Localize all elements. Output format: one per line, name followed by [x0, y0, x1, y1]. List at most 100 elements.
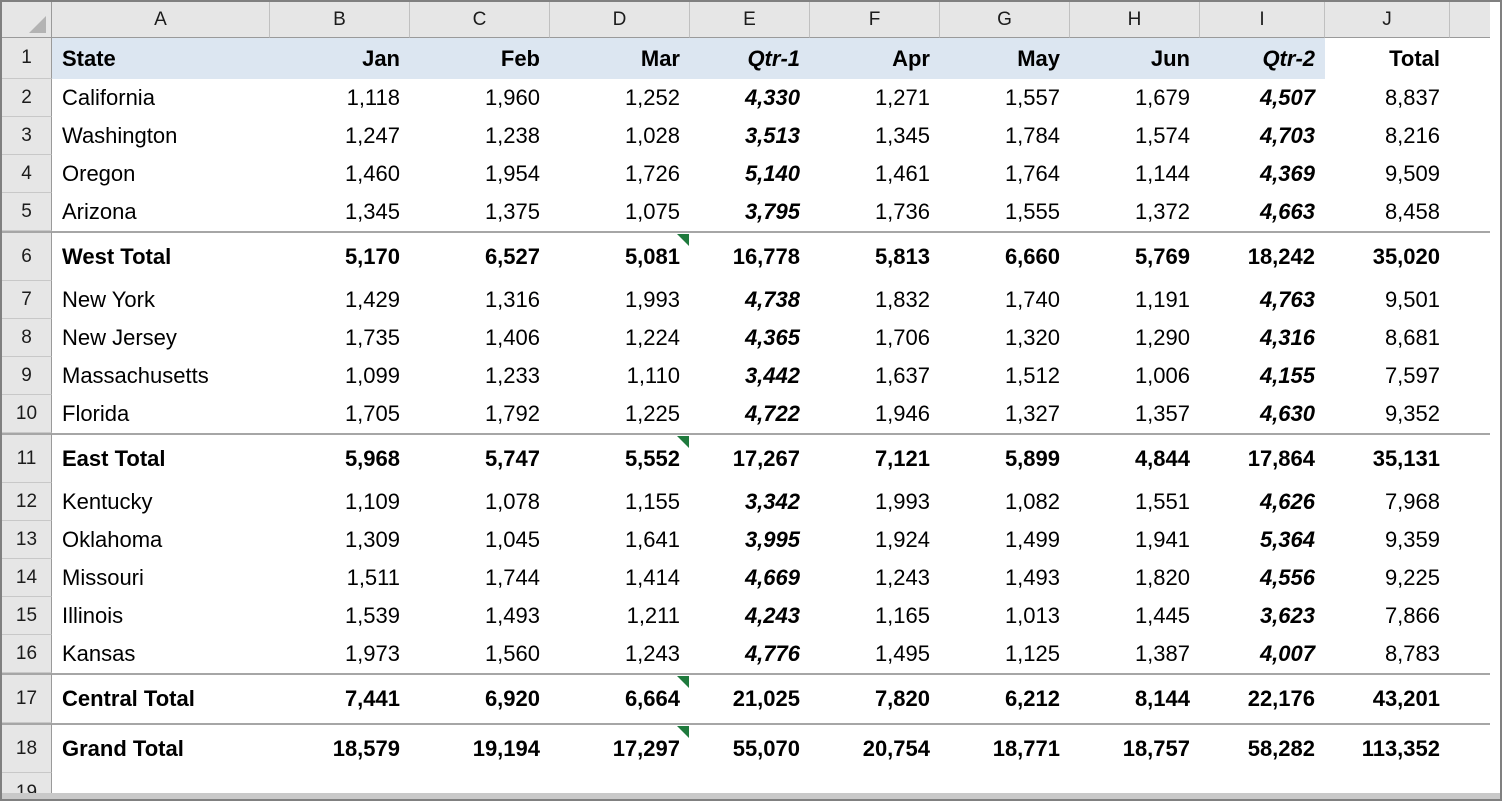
row-cell-partial[interactable]	[1450, 155, 1490, 193]
row-cell-partial[interactable]	[1450, 673, 1490, 723]
total-cell-g18[interactable]: 18,771	[940, 723, 1070, 773]
data-cell-g8[interactable]: 1,320	[940, 319, 1070, 357]
row-header-6[interactable]: 6	[2, 231, 52, 281]
column-header-b[interactable]: B	[270, 2, 410, 38]
data-cell-i7[interactable]: 4,763	[1200, 281, 1325, 319]
data-cell-a7[interactable]: New York	[52, 281, 270, 319]
data-cell-d12[interactable]: 1,155	[550, 483, 690, 521]
data-cell-j5[interactable]: 8,458	[1325, 193, 1450, 231]
data-cell-c7[interactable]: 1,316	[410, 281, 550, 319]
header-cell-partial[interactable]	[1450, 38, 1490, 79]
data-cell-h4[interactable]: 1,144	[1070, 155, 1200, 193]
data-cell-i16[interactable]: 4,007	[1200, 635, 1325, 673]
total-cell-d11[interactable]: 5,552	[550, 433, 690, 483]
data-cell-j3[interactable]: 8,216	[1325, 117, 1450, 155]
data-cell-f5[interactable]: 1,736	[810, 193, 940, 231]
data-cell-c5[interactable]: 1,375	[410, 193, 550, 231]
data-cell-i10[interactable]: 4,630	[1200, 395, 1325, 433]
row-cell-partial[interactable]	[1450, 635, 1490, 673]
data-cell-e7[interactable]: 4,738	[690, 281, 810, 319]
data-cell-h13[interactable]: 1,941	[1070, 521, 1200, 559]
data-cell-b3[interactable]: 1,247	[270, 117, 410, 155]
data-cell-d16[interactable]: 1,243	[550, 635, 690, 673]
data-cell-h12[interactable]: 1,551	[1070, 483, 1200, 521]
data-cell-f7[interactable]: 1,832	[810, 281, 940, 319]
data-cell-b12[interactable]: 1,109	[270, 483, 410, 521]
header-cell-c[interactable]: Feb	[410, 38, 550, 79]
header-cell-j[interactable]: Total	[1325, 38, 1450, 79]
data-cell-e12[interactable]: 3,342	[690, 483, 810, 521]
header-cell-a[interactable]: State	[52, 38, 270, 79]
row-header-8[interactable]: 8	[2, 319, 52, 357]
total-cell-g6[interactable]: 6,660	[940, 231, 1070, 281]
data-cell-b9[interactable]: 1,099	[270, 357, 410, 395]
total-cell-d6[interactable]: 5,081	[550, 231, 690, 281]
data-cell-h5[interactable]: 1,372	[1070, 193, 1200, 231]
data-cell-c4[interactable]: 1,954	[410, 155, 550, 193]
row-header-5[interactable]: 5	[2, 193, 52, 231]
data-cell-a4[interactable]: Oregon	[52, 155, 270, 193]
green-error-triangle-icon[interactable]	[677, 726, 689, 738]
row-header-10[interactable]: 10	[2, 395, 52, 433]
data-cell-f10[interactable]: 1,946	[810, 395, 940, 433]
data-cell-g14[interactable]: 1,493	[940, 559, 1070, 597]
data-cell-i12[interactable]: 4,626	[1200, 483, 1325, 521]
data-cell-a10[interactable]: Florida	[52, 395, 270, 433]
data-cell-g3[interactable]: 1,784	[940, 117, 1070, 155]
total-cell-j6[interactable]: 35,020	[1325, 231, 1450, 281]
data-cell-h9[interactable]: 1,006	[1070, 357, 1200, 395]
data-cell-a2[interactable]: California	[52, 79, 270, 117]
data-cell-g2[interactable]: 1,557	[940, 79, 1070, 117]
data-cell-c12[interactable]: 1,078	[410, 483, 550, 521]
column-header-d[interactable]: D	[550, 2, 690, 38]
total-cell-c11[interactable]: 5,747	[410, 433, 550, 483]
row-header-13[interactable]: 13	[2, 521, 52, 559]
total-cell-e17[interactable]: 21,025	[690, 673, 810, 723]
header-cell-i[interactable]: Qtr-2	[1200, 38, 1325, 79]
total-cell-f11[interactable]: 7,121	[810, 433, 940, 483]
data-cell-i13[interactable]: 5,364	[1200, 521, 1325, 559]
data-cell-d7[interactable]: 1,993	[550, 281, 690, 319]
data-cell-j9[interactable]: 7,597	[1325, 357, 1450, 395]
data-cell-j16[interactable]: 8,783	[1325, 635, 1450, 673]
row-header-14[interactable]: 14	[2, 559, 52, 597]
data-cell-f4[interactable]: 1,461	[810, 155, 940, 193]
data-cell-a14[interactable]: Missouri	[52, 559, 270, 597]
total-cell-g11[interactable]: 5,899	[940, 433, 1070, 483]
data-cell-d15[interactable]: 1,211	[550, 597, 690, 635]
data-cell-c9[interactable]: 1,233	[410, 357, 550, 395]
data-cell-j10[interactable]: 9,352	[1325, 395, 1450, 433]
column-header-partial[interactable]	[1450, 2, 1490, 38]
data-cell-h8[interactable]: 1,290	[1070, 319, 1200, 357]
data-cell-d13[interactable]: 1,641	[550, 521, 690, 559]
row-header-4[interactable]: 4	[2, 155, 52, 193]
data-cell-e15[interactable]: 4,243	[690, 597, 810, 635]
data-cell-d8[interactable]: 1,224	[550, 319, 690, 357]
data-cell-g15[interactable]: 1,013	[940, 597, 1070, 635]
data-cell-h2[interactable]: 1,679	[1070, 79, 1200, 117]
data-cell-g16[interactable]: 1,125	[940, 635, 1070, 673]
data-cell-h14[interactable]: 1,820	[1070, 559, 1200, 597]
data-cell-c8[interactable]: 1,406	[410, 319, 550, 357]
row-header-18[interactable]: 18	[2, 723, 52, 773]
data-cell-d2[interactable]: 1,252	[550, 79, 690, 117]
total-cell-i18[interactable]: 58,282	[1200, 723, 1325, 773]
data-cell-f13[interactable]: 1,924	[810, 521, 940, 559]
row-header-17[interactable]: 17	[2, 673, 52, 723]
column-header-i[interactable]: I	[1200, 2, 1325, 38]
data-cell-f15[interactable]: 1,165	[810, 597, 940, 635]
row-header-9[interactable]: 9	[2, 357, 52, 395]
row-cell-partial[interactable]	[1450, 319, 1490, 357]
total-cell-i17[interactable]: 22,176	[1200, 673, 1325, 723]
data-cell-b15[interactable]: 1,539	[270, 597, 410, 635]
row-cell-partial[interactable]	[1450, 521, 1490, 559]
data-cell-f14[interactable]: 1,243	[810, 559, 940, 597]
row-header-1[interactable]: 1	[2, 38, 52, 79]
row-cell-partial[interactable]	[1450, 597, 1490, 635]
green-error-triangle-icon[interactable]	[677, 676, 689, 688]
data-cell-g5[interactable]: 1,555	[940, 193, 1070, 231]
total-cell-g17[interactable]: 6,212	[940, 673, 1070, 723]
data-cell-f8[interactable]: 1,706	[810, 319, 940, 357]
total-cell-h17[interactable]: 8,144	[1070, 673, 1200, 723]
total-cell-e11[interactable]: 17,267	[690, 433, 810, 483]
